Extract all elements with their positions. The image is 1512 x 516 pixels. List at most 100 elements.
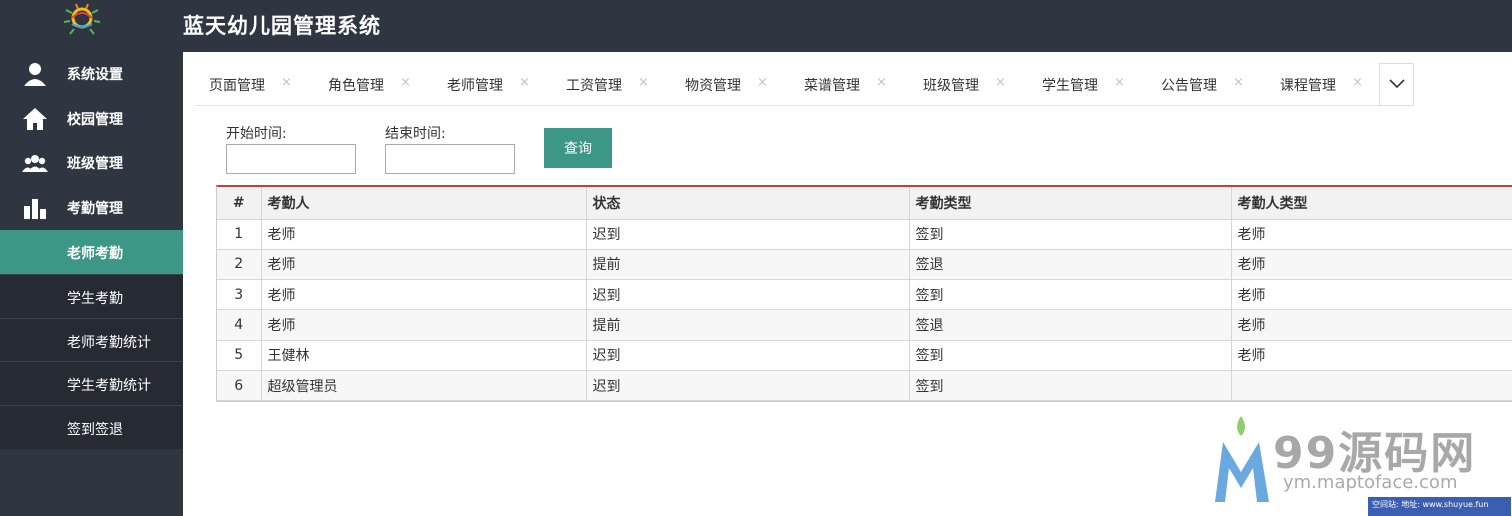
close-icon[interactable]: × [876,75,887,90]
table-row[interactable]: 3 老师 迟到 签到 老师 [217,279,1512,311]
person-cell: 老师 [261,279,587,311]
table-row[interactable]: 6 超级管理员 迟到 签到 [217,370,1512,402]
sidebar-item-label: 系统设置 [67,67,123,83]
type-cell: 签到 [909,370,1232,402]
tab-label: 菜谱管理 [804,78,860,94]
table-row[interactable]: 5 王健林 迟到 签到 老师 [217,340,1512,371]
tab-label: 班级管理 [923,78,979,94]
sidebar-item-system-settings[interactable]: 系统设置 [0,52,183,97]
tab-label: 物资管理 [685,78,741,94]
column-header-status[interactable]: 状态 [586,187,910,220]
type-cell: 签到 [909,279,1232,311]
sidebar-item-label: 学生考勤统计 [67,378,151,395]
start-time-label: 开始时间: [226,126,287,142]
close-icon[interactable]: × [1233,75,1244,90]
person-cell: 老师 [261,309,587,341]
table-row[interactable]: 1 老师 迟到 签到 老师 [217,219,1512,250]
sidebar-item-label: 校园管理 [67,111,123,128]
user-icon [24,63,46,86]
home-icon [23,107,47,130]
row-index: 2 [217,249,262,281]
column-header-type[interactable]: 考勤类型 [909,187,1232,220]
person-type-cell: 老师 [1231,340,1512,371]
tabs-more-button[interactable] [1379,63,1414,106]
sidebar-item-teacher-attendance-stats[interactable]: 老师考勤统计 [0,317,183,362]
column-header-index[interactable]: # [217,187,262,220]
table-row[interactable]: 2 老师 提前 签退 老师 [217,249,1512,281]
tab-label: 老师管理 [447,78,503,94]
person-cell: 超级管理员 [261,370,587,402]
type-cell: 签退 [909,309,1232,341]
sidebar-item-class[interactable]: 班级管理 [0,141,183,186]
close-icon[interactable]: × [400,75,411,90]
tab-label: 学生管理 [1042,78,1098,94]
type-cell: 签到 [909,219,1232,250]
close-icon[interactable]: × [1352,75,1363,90]
main-content: 页面管理 × 角色管理 × 老师管理 × 工资管理 × 物资管理 × 菜谱管理 … [183,52,1512,516]
type-cell: 签退 [909,249,1232,281]
person-cell: 老师 [261,249,587,281]
sidebar-item-label: 老师考勤 [67,246,123,262]
row-index: 1 [217,219,262,250]
row-index: 3 [217,279,262,311]
close-icon[interactable]: × [281,75,292,90]
close-icon[interactable]: × [1114,75,1125,90]
watermark-url: ym.maptoface.com [1283,472,1458,493]
kindergarten-logo [63,3,101,35]
bar-chart-icon [24,198,46,219]
watermark: 99源码网 ym.maptoface.com 空间站: 地址: www.shuy… [1213,412,1512,516]
end-time-input[interactable] [385,144,515,174]
tab-label: 公告管理 [1161,78,1217,94]
close-icon[interactable]: × [638,75,649,90]
sidebar-item-label: 签到签退 [67,422,123,439]
status-cell: 迟到 [586,370,910,402]
row-index: 5 [217,340,262,371]
app-title: 蓝天幼儿园管理系统 [183,14,381,38]
close-icon[interactable]: × [519,75,530,90]
close-icon[interactable]: × [995,75,1006,90]
tab-label: 工资管理 [566,78,622,94]
column-header-person[interactable]: 考勤人 [261,187,587,220]
sidebar-item-teacher-attendance[interactable]: 老师考勤 [0,230,183,274]
sidebar-item-student-attendance[interactable]: 学生考勤 [0,273,183,318]
sidebar-item-label: 班级管理 [67,156,123,172]
sidebar-item-label: 考勤管理 [67,200,123,217]
chevron-down-icon [1389,79,1405,89]
attendance-table: # 考勤人 状态 考勤类型 考勤人类型 1 老师 迟到 签到 老师 2 老师 提… [216,185,1512,403]
table-header-row: # 考勤人 状态 考勤类型 考勤人类型 [217,187,1512,220]
table-row[interactable]: 4 老师 提前 签退 老师 [217,309,1512,341]
watermark-brand: 99源码网 [1273,428,1477,479]
sidebar-item-student-attendance-stats[interactable]: 学生考勤统计 [0,361,183,406]
start-time-input[interactable] [226,144,356,174]
status-cell: 迟到 [586,279,910,311]
status-cell: 提前 [586,249,910,281]
person-type-cell [1231,370,1512,402]
end-time-label: 结束时间: [385,126,446,142]
person-type-cell: 老师 [1231,279,1512,311]
tab-label: 页面管理 [209,78,265,94]
status-cell: 迟到 [586,219,910,250]
group-icon [22,155,48,172]
close-icon[interactable]: × [757,75,768,90]
query-button[interactable]: 查询 [544,128,612,168]
watermark-strip: 空间站: 地址: www.shuyue.fun [1368,497,1511,516]
tab-label: 课程管理 [1280,78,1336,94]
sidebar-item-attendance[interactable]: 考勤管理 [0,186,183,231]
person-cell: 老师 [261,219,587,250]
watermark-logo-icon [1215,416,1269,502]
person-cell: 王健林 [261,340,587,371]
sidebar-item-checkin-checkout[interactable]: 签到签退 [0,405,183,449]
row-index: 6 [217,370,262,402]
sidebar-item-label: 学生考勤 [67,290,123,307]
person-type-cell: 老师 [1231,249,1512,281]
status-cell: 提前 [586,309,910,341]
type-cell: 签到 [909,340,1232,371]
person-type-cell: 老师 [1231,309,1512,341]
top-header: 蓝天幼儿园管理系统 [0,0,1512,52]
status-cell: 迟到 [586,340,910,371]
person-type-cell: 老师 [1231,219,1512,250]
column-header-person-type[interactable]: 考勤人类型 [1231,187,1512,220]
sidebar: 系统设置 校园管理 班级管理 考勤管理 老师考勤 学生考勤 老师考勤统计 学生考… [0,52,183,516]
row-index: 4 [217,309,262,341]
sidebar-item-campus[interactable]: 校园管理 [0,97,183,142]
